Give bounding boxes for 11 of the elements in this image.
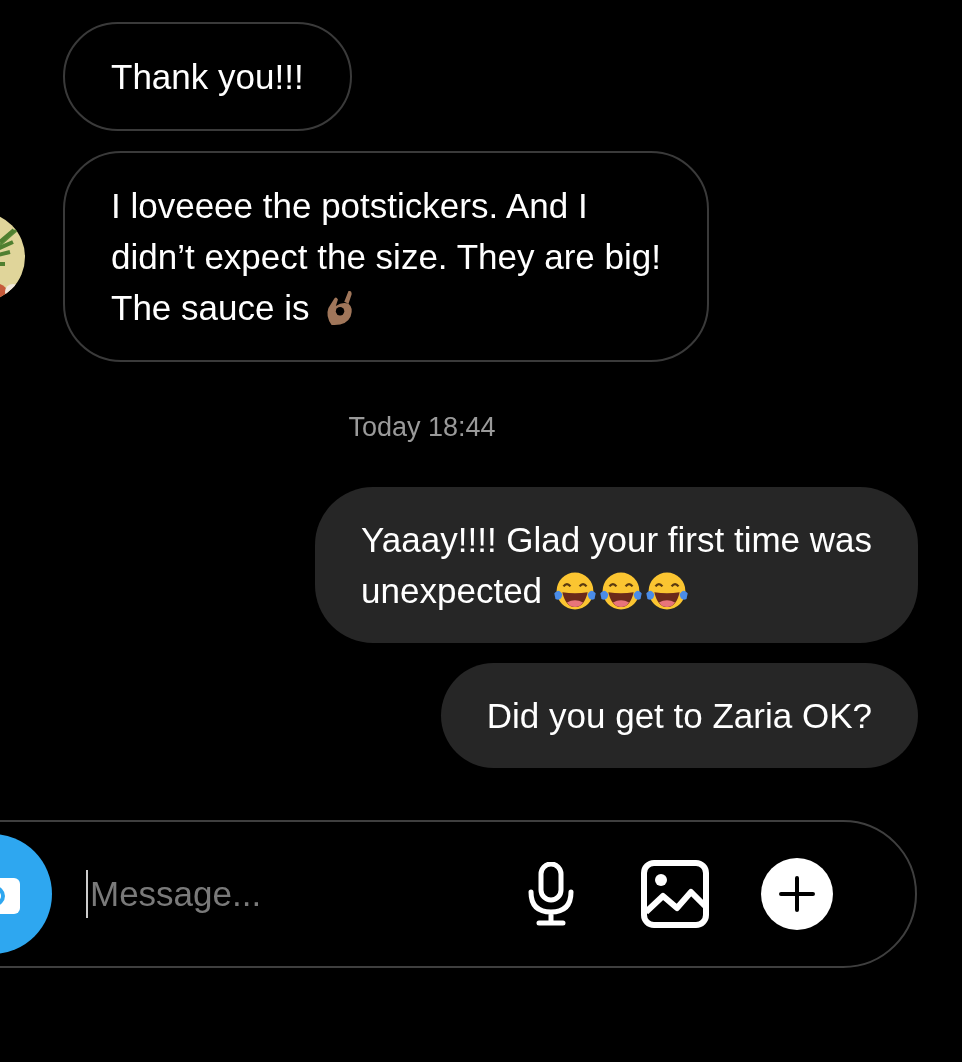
add-button[interactable] (761, 858, 833, 930)
message-input[interactable]: Message... (86, 870, 523, 918)
message-text: Thank you!!! (111, 56, 304, 98)
message-text: unexpected (361, 570, 543, 612)
timestamp: Today 18:44 (348, 412, 496, 443)
message-text: didn’t expect the size. They are big! (111, 236, 661, 278)
image-icon[interactable] (641, 860, 709, 928)
message-text: Yaaay!!!! Glad your first time was (361, 519, 872, 561)
message-text: The sauce is (111, 287, 310, 329)
message-text: Did you get to Zaria OK? (486, 695, 872, 737)
message-text: I loveeee the potstickers. And I (111, 185, 588, 227)
